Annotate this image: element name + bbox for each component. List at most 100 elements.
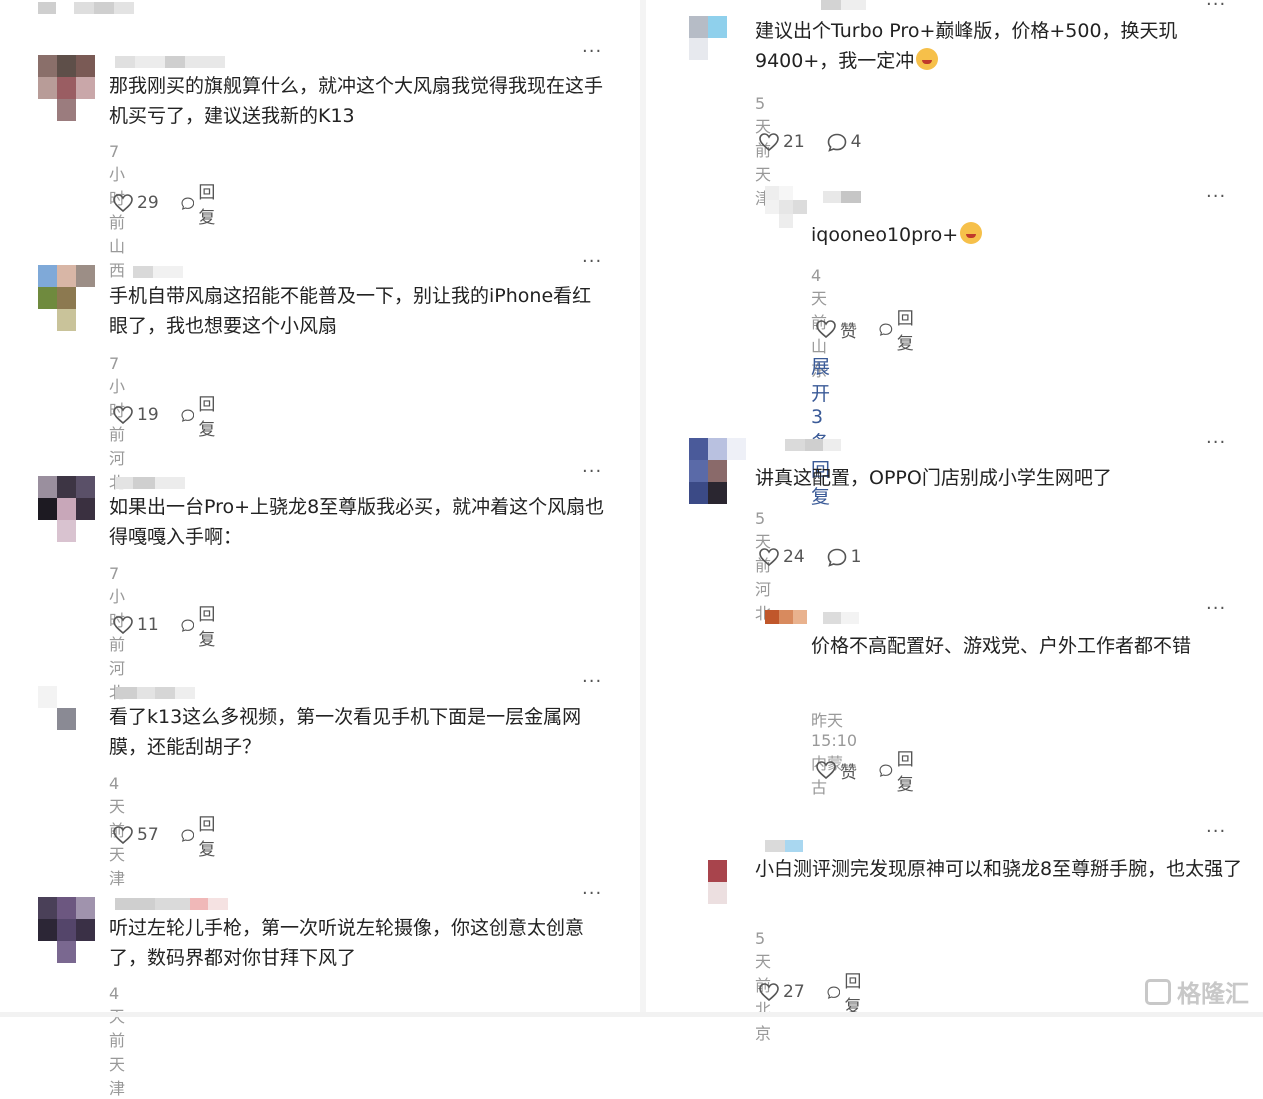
like-button[interactable]: 赞	[816, 758, 857, 783]
comment-text: 讲真这配置，OPPO门店别成小学生网吧了	[755, 467, 1112, 489]
avatar[interactable]	[38, 897, 95, 963]
left-column: ··· 那我刚买的旗舰算什么，就冲这个大风扇我觉得我现在这手机买亏了，建议送我新…	[0, 0, 640, 1098]
comment-time: 4天前	[109, 984, 126, 1050]
like-count: 19	[137, 405, 159, 425]
heart-icon	[816, 320, 836, 338]
avatar[interactable]	[38, 476, 95, 542]
like-count: 29	[137, 193, 159, 213]
more-options-icon[interactable]: ···	[1206, 188, 1226, 206]
comment-text: 建议出个Turbo Pro+巅峰版，价格+500，换天玑9400+，我一定冲	[755, 16, 1245, 76]
more-options-icon[interactable]: ···	[582, 253, 602, 271]
avatar[interactable]	[38, 55, 95, 121]
reply-button[interactable]: 回复	[181, 390, 222, 440]
comment-text: 手机自带风扇这招能不能普及一下，别让我的iPhone看红眼了，我也想要这个小风扇	[109, 285, 592, 337]
comment-text-content: 建议出个Turbo Pro+巅峰版，价格+500，换天玑9400+，我一定冲	[755, 20, 1178, 72]
emoji-face-icon	[960, 222, 983, 244]
reply-label: 回复	[896, 309, 914, 354]
heart-icon	[759, 133, 779, 151]
blurred-username	[821, 0, 866, 10]
avatar[interactable]	[689, 838, 746, 904]
blurred-username	[115, 687, 195, 699]
blurred-username	[115, 898, 228, 910]
blurred-username	[133, 266, 183, 278]
reply-button[interactable]: 4	[827, 132, 862, 152]
reply-button[interactable]: 1	[827, 547, 862, 567]
comment-bubble-icon	[181, 408, 194, 422]
reply-button[interactable]: 回复	[879, 745, 920, 795]
like-button[interactable]: 11	[113, 615, 159, 635]
like-button[interactable]: 赞	[816, 317, 857, 342]
comment-text: 那我刚买的旗舰算什么，就冲这个大风扇我觉得我现在这手机买亏了，建议送我新的K13	[109, 75, 604, 127]
comment-actions: 21 4	[759, 132, 883, 152]
comment-text-content: iqooneo10pro+	[811, 224, 959, 246]
comment-actions: 赞 回复	[816, 745, 942, 795]
comment-bubble-icon	[181, 828, 194, 842]
avatar[interactable]	[765, 610, 807, 652]
like-button[interactable]: 27	[759, 982, 805, 1002]
heart-icon	[113, 406, 133, 424]
reply-button[interactable]: 回复	[827, 967, 868, 1017]
more-options-icon[interactable]: ···	[1206, 0, 1226, 14]
avatar[interactable]	[689, 0, 746, 60]
comment-bubble-icon	[827, 133, 846, 152]
reply-button[interactable]: 回复	[879, 304, 920, 354]
comment-actions: 19 回复	[113, 390, 244, 440]
more-options-icon[interactable]: ···	[582, 885, 602, 903]
like-button[interactable]: 29	[113, 193, 159, 213]
like-button[interactable]: 21	[759, 132, 805, 152]
comment-actions: 赞 回复	[816, 304, 942, 354]
comment-meta: 4天前 天津	[109, 984, 125, 1099]
comment-text: 听过左轮儿手枪，第一次听说左轮摄像，你这创意太创意了，数码界都对你甘拜下风了	[109, 917, 585, 969]
reply-button[interactable]: 回复	[181, 178, 222, 228]
right-column: ··· 建议出个Turbo Pro+巅峰版，价格+500，换天玑9400+，我一…	[646, 0, 1263, 1043]
like-button[interactable]: 57	[113, 825, 159, 845]
logo-mark-icon	[1145, 978, 1171, 1005]
comment-actions: 57 回复	[113, 810, 244, 860]
comment-bubble-icon	[827, 548, 846, 567]
comment-actions: 11 回复	[113, 600, 244, 650]
comment-text: 如果出一台Pro+上骁龙8至尊版我必买，就冲着这个风扇也得嘎嘎入手啊：	[109, 496, 605, 548]
blurred-username	[765, 840, 803, 852]
more-options-icon[interactable]: ···	[582, 43, 602, 61]
comment-text: iqooneo10pro+	[811, 220, 1241, 250]
reply-label: 回复	[198, 815, 216, 860]
more-options-icon[interactable]: ···	[582, 673, 602, 691]
reply-button[interactable]: 回复	[181, 600, 222, 650]
comment-text: 看了k13这么多视频，第一次看见手机下面是一层金属网膜，还能刮胡子？	[109, 706, 582, 758]
avatar[interactable]	[689, 438, 746, 504]
blurred-username	[823, 191, 861, 203]
heart-icon	[113, 616, 133, 634]
like-label: 赞	[840, 762, 857, 783]
blurred-username	[115, 56, 225, 68]
watermark-text: 格隆汇	[1177, 980, 1249, 1008]
reply-label: 回复	[844, 972, 862, 1017]
like-count: 24	[783, 547, 805, 567]
comment-bubble-icon	[181, 196, 194, 210]
avatar[interactable]	[765, 186, 807, 228]
reply-count: 4	[850, 132, 862, 152]
like-count: 21	[783, 132, 805, 152]
like-button[interactable]: 24	[759, 547, 805, 567]
more-options-icon[interactable]: ···	[1206, 600, 1226, 618]
reply-count: 1	[850, 547, 862, 567]
more-options-icon[interactable]: ···	[1206, 434, 1226, 452]
comment-text: 价格不高配置好、游戏党、户外工作者都不错	[811, 635, 1192, 657]
comment-actions: 29 回复	[113, 178, 244, 228]
watermark-logo: 格隆汇	[1145, 974, 1249, 1009]
more-options-icon[interactable]: ···	[1206, 823, 1226, 841]
blurred-username	[823, 612, 859, 624]
comment-location: 山西	[109, 237, 126, 280]
heart-icon	[113, 194, 133, 212]
bottom-divider	[0, 1012, 1263, 1017]
heart-icon	[816, 761, 836, 779]
reply-button[interactable]: 回复	[181, 810, 222, 860]
comment-actions: 27 回复	[759, 967, 890, 1017]
reply-label: 回复	[198, 183, 216, 228]
more-options-icon[interactable]: ···	[582, 463, 602, 481]
blurred-username	[785, 439, 841, 451]
avatar[interactable]	[38, 265, 95, 331]
avatar[interactable]	[38, 686, 95, 752]
like-button[interactable]: 19	[113, 405, 159, 425]
reply-label: 回复	[198, 395, 216, 440]
like-count: 27	[783, 982, 805, 1002]
